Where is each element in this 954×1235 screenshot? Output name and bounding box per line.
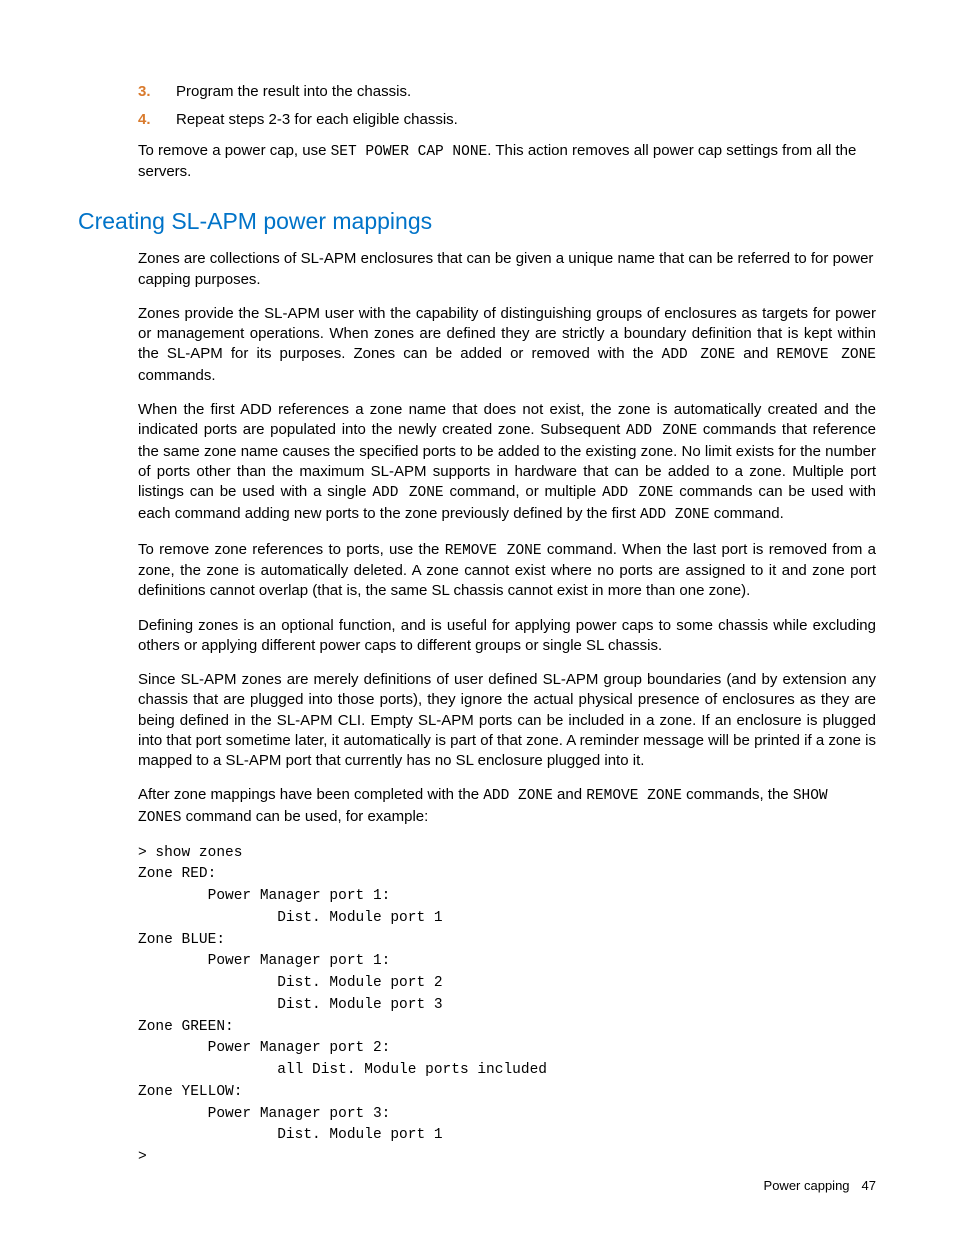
inline-code: ADD ZONE: [483, 788, 553, 804]
text-run: To remove zone references to ports, use …: [138, 541, 445, 558]
text-run: and: [735, 345, 776, 362]
text-run: To remove a power cap, use: [138, 142, 331, 159]
code-block-show-zones: > show zones Zone RED: Power Manager por…: [138, 843, 876, 1169]
para-zones-provide: Zones provide the SL-APM user with the c…: [138, 304, 876, 386]
inline-code: ADD ZONE: [662, 347, 736, 363]
step-text: Repeat steps 2-3 for each eligible chass…: [176, 110, 458, 130]
inline-code: SET POWER CAP NONE: [331, 144, 488, 160]
step-text: Program the result into the chassis.: [176, 82, 411, 102]
inline-code: ADD ZONE: [372, 485, 443, 501]
inline-code: REMOVE ZONE: [445, 543, 542, 559]
footer-section: Power capping: [764, 1178, 850, 1193]
para-optional: Defining zones is an optional function, …: [138, 616, 876, 657]
para-remove-zone: To remove zone references to ports, use …: [138, 540, 876, 602]
inline-code: REMOVE ZONE: [776, 347, 876, 363]
para-intro: Zones are collections of SL-APM enclosur…: [138, 249, 876, 290]
text-run: command, or multiple: [444, 483, 602, 500]
para-first-add: When the first ADD references a zone nam…: [138, 400, 876, 525]
step-4: 4. Repeat steps 2-3 for each eligible ch…: [138, 110, 876, 130]
para-after-mappings: After zone mappings have been completed …: [138, 785, 876, 828]
text-run: command can be used, for example:: [182, 808, 429, 825]
page-footer: Power capping 47: [764, 1177, 876, 1195]
inline-code: ADD ZONE: [626, 423, 697, 439]
footer-page-number: 47: [862, 1178, 876, 1193]
inline-code: ADD ZONE: [602, 485, 673, 501]
step-3: 3. Program the result into the chassis.: [138, 82, 876, 102]
remove-power-cap-para: To remove a power cap, use SET POWER CAP…: [138, 141, 876, 183]
text-run: commands.: [138, 367, 216, 384]
text-run: and: [553, 786, 586, 803]
text-run: command.: [710, 505, 784, 522]
text-run: After zone mappings have been completed …: [138, 786, 483, 803]
step-number: 3.: [138, 82, 176, 102]
section-heading: Creating SL-APM power mappings: [78, 206, 876, 237]
step-number: 4.: [138, 110, 176, 130]
inline-code: REMOVE ZONE: [586, 788, 682, 804]
inline-code: ADD ZONE: [640, 507, 710, 523]
text-run: commands, the: [682, 786, 793, 803]
para-since-zones: Since SL-APM zones are merely definition…: [138, 670, 876, 771]
numbered-steps: 3. Program the result into the chassis. …: [138, 82, 876, 131]
